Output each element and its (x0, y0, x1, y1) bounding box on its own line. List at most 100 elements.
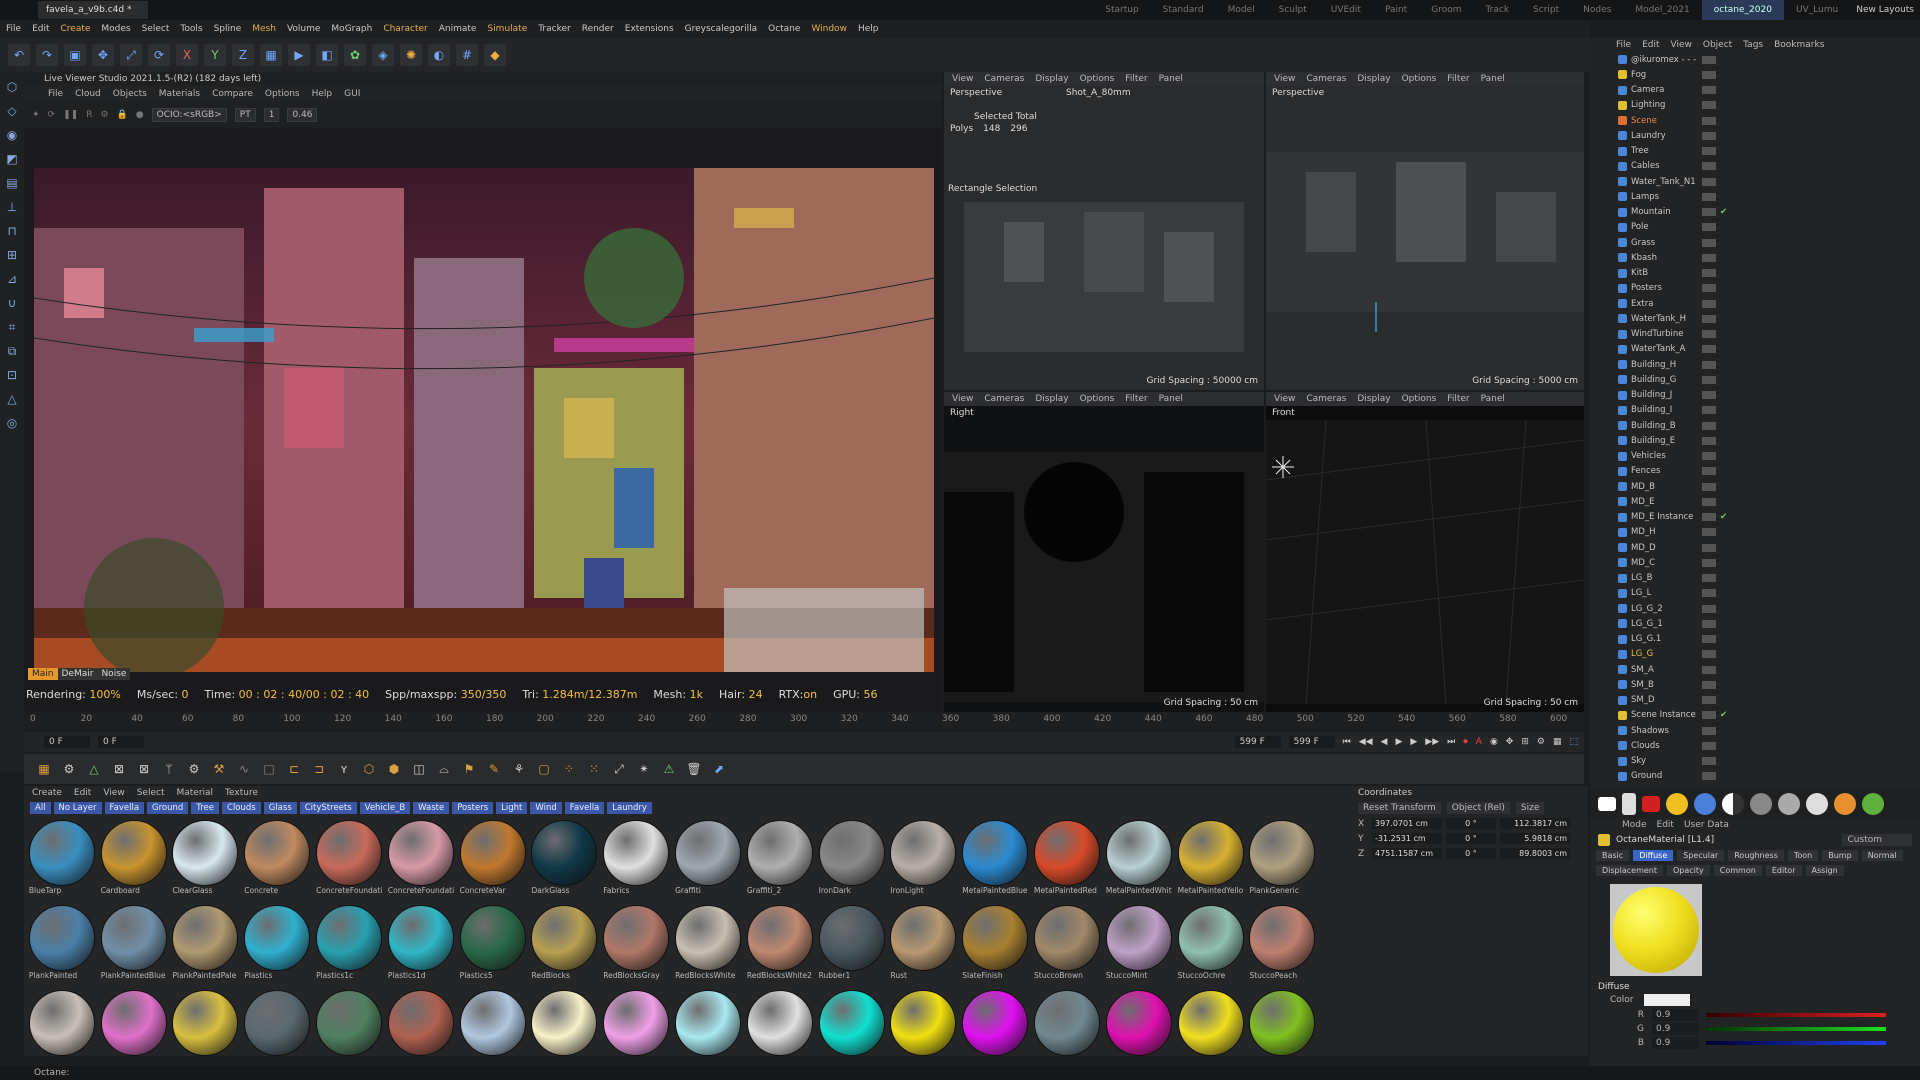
layout-tab[interactable]: Groom (1419, 0, 1473, 20)
object-row[interactable]: LG_B (1590, 571, 1920, 586)
material-layer-button[interactable]: Posters (452, 802, 494, 814)
material-thumbnail[interactable]: Plastics5 (457, 905, 529, 990)
material-ball[interactable] (244, 905, 311, 971)
live-select-icon[interactable]: ▣ (64, 44, 86, 66)
material-ball[interactable] (28, 820, 95, 886)
visibility-flags[interactable] (1702, 726, 1716, 735)
layout-tab[interactable]: Paint (1373, 0, 1419, 20)
z-axis-icon[interactable]: Z (232, 44, 254, 66)
material-menu-item[interactable]: Select (137, 788, 165, 798)
object-row[interactable]: Building_I (1590, 403, 1920, 418)
trash-icon[interactable]: 🗑 (684, 759, 704, 779)
visibility-flags[interactable] (1702, 619, 1716, 628)
material-thumbnail[interactable]: RedBlocksGray (600, 905, 672, 990)
material-ball[interactable] (890, 905, 957, 971)
object-row[interactable]: MD_E Instance ✔ (1590, 510, 1920, 525)
new-layouts-button[interactable]: New Layouts (1850, 5, 1920, 15)
camera-red-icon[interactable] (1642, 796, 1660, 812)
motion-icon[interactable]: ✥ (1506, 737, 1514, 747)
graph-icon[interactable]: ⬈ (709, 759, 729, 779)
object-row[interactable]: WaterTank_H (1590, 311, 1920, 326)
visibility-flags[interactable] (1702, 314, 1716, 323)
material-ball[interactable] (1105, 820, 1172, 886)
viewport-menu-item[interactable]: Options (1402, 394, 1437, 404)
timeline-layout-icon[interactable]: ▦ (1553, 737, 1562, 747)
file-tab[interactable]: favela_a_v9b.c4d * (38, 1, 148, 19)
object-menu-item[interactable]: Edit (1642, 40, 1659, 50)
menu-item-extensions[interactable]: Extensions (625, 24, 674, 34)
attribute-menu-item[interactable]: Mode (1622, 820, 1647, 830)
material-thumbnail[interactable]: RedBlocks (529, 905, 601, 990)
value-field-1[interactable]: 1 (263, 108, 280, 122)
menu-item-tools[interactable]: Tools (180, 24, 202, 34)
material-thumbnail[interactable]: RedBlocksWhite2 (744, 905, 816, 990)
object-menu-item[interactable]: View (1671, 40, 1692, 50)
object-row[interactable]: Extra (1590, 296, 1920, 311)
material-thumbnail[interactable] (1175, 990, 1247, 1075)
viewport-menu-item[interactable]: Display (1357, 74, 1390, 84)
viewport-top-right[interactable]: View Cameras Display Options Filter Panel Per… (1266, 72, 1584, 390)
size-field[interactable]: 89.8003 cm (1500, 848, 1570, 859)
material-ball[interactable] (603, 820, 670, 886)
lv-channel-tab[interactable]: DeMair (57, 668, 98, 680)
object-menu-item[interactable]: File (1616, 40, 1631, 50)
rotate-icon[interactable]: ⟳ (148, 44, 170, 66)
material-thumbnail[interactable]: BlueTarp (26, 820, 98, 905)
visibility-flags[interactable] (1702, 543, 1716, 552)
viewport-menu-item[interactable]: View (1274, 394, 1295, 404)
object-row[interactable]: SM_A (1590, 662, 1920, 677)
layout-tab[interactable]: Model (1216, 0, 1267, 20)
material-thumbnail[interactable]: Graffiti_2 (744, 820, 816, 905)
viewport-menu-item[interactable]: Filter (1447, 394, 1469, 404)
material-thumbnail[interactable] (744, 990, 816, 1075)
brush-icon[interactable]: △ (3, 390, 21, 408)
menu-item-select[interactable]: Select (142, 24, 170, 34)
move-icon[interactable]: ✥ (92, 44, 114, 66)
object-row[interactable]: @ikuromex - - - (1590, 52, 1920, 67)
render-view-icon[interactable]: ▦ (260, 44, 282, 66)
menu-item-tracker[interactable]: Tracker (538, 24, 570, 34)
visibility-flags[interactable] (1702, 208, 1716, 217)
edge-mode-icon[interactable]: ◇ (3, 102, 21, 120)
menu-item-volume[interactable]: Volume (287, 24, 320, 34)
material-thumbnail[interactable] (98, 990, 170, 1075)
visibility-flags[interactable] (1702, 253, 1716, 262)
square-icon[interactable]: □ (259, 759, 279, 779)
size-field[interactable]: 5.9818 cm (1500, 833, 1570, 844)
lv-menu-item[interactable]: File (48, 89, 63, 99)
next-key-icon[interactable]: ▶▶ (1425, 737, 1439, 747)
object-row[interactable]: LG_G_2 (1590, 601, 1920, 616)
object-row[interactable]: MD_B (1590, 479, 1920, 494)
viewport-menu-item[interactable]: Cameras (1306, 74, 1346, 84)
visibility-flags[interactable] (1702, 86, 1716, 95)
object-row[interactable]: LG_G (1590, 647, 1920, 662)
material-tab[interactable]: Displacement (1596, 865, 1663, 876)
visibility-flags[interactable] (1702, 162, 1716, 171)
material-ball[interactable] (387, 905, 454, 971)
prev-frame-icon[interactable]: ◀ (1381, 737, 1388, 747)
end-frame-field-1[interactable]: 599 F (1234, 736, 1281, 748)
material-ball[interactable] (675, 905, 742, 971)
menu-item-animate[interactable]: Animate (439, 24, 477, 34)
material-layer-button[interactable]: Waste (413, 802, 450, 814)
object-row[interactable]: MD_E (1590, 494, 1920, 509)
material-ball[interactable] (531, 905, 598, 971)
material-ball[interactable] (1105, 990, 1172, 1056)
color-swatch[interactable] (1643, 994, 1690, 1006)
viewport-menu-item[interactable]: Panel (1481, 394, 1505, 404)
flag-icon[interactable]: ⚑ (459, 759, 479, 779)
material-layer-button[interactable]: Laundry (607, 802, 652, 814)
visibility-flags[interactable] (1702, 467, 1716, 476)
visibility-flags[interactable] (1702, 665, 1716, 674)
next-frame-icon[interactable]: ▶ (1410, 737, 1417, 747)
viewport-bottom-right[interactable]: View Cameras Display Options Filter Panel Fro… (1266, 392, 1584, 712)
menu-item-render[interactable]: Render (582, 24, 614, 34)
dots-icon-2[interactable]: ⁙ (584, 759, 604, 779)
visibility-flags[interactable] (1702, 192, 1716, 201)
position-field[interactable]: 397.0701 cm (1372, 818, 1442, 829)
gear-icon[interactable]: ⚙ (184, 759, 204, 779)
material-ball[interactable] (531, 990, 598, 1056)
b-value[interactable]: 0.9 (1652, 1037, 1698, 1049)
hair-icon[interactable]: ʏ (334, 759, 354, 779)
viewport-menu-item[interactable]: Cameras (984, 394, 1024, 404)
